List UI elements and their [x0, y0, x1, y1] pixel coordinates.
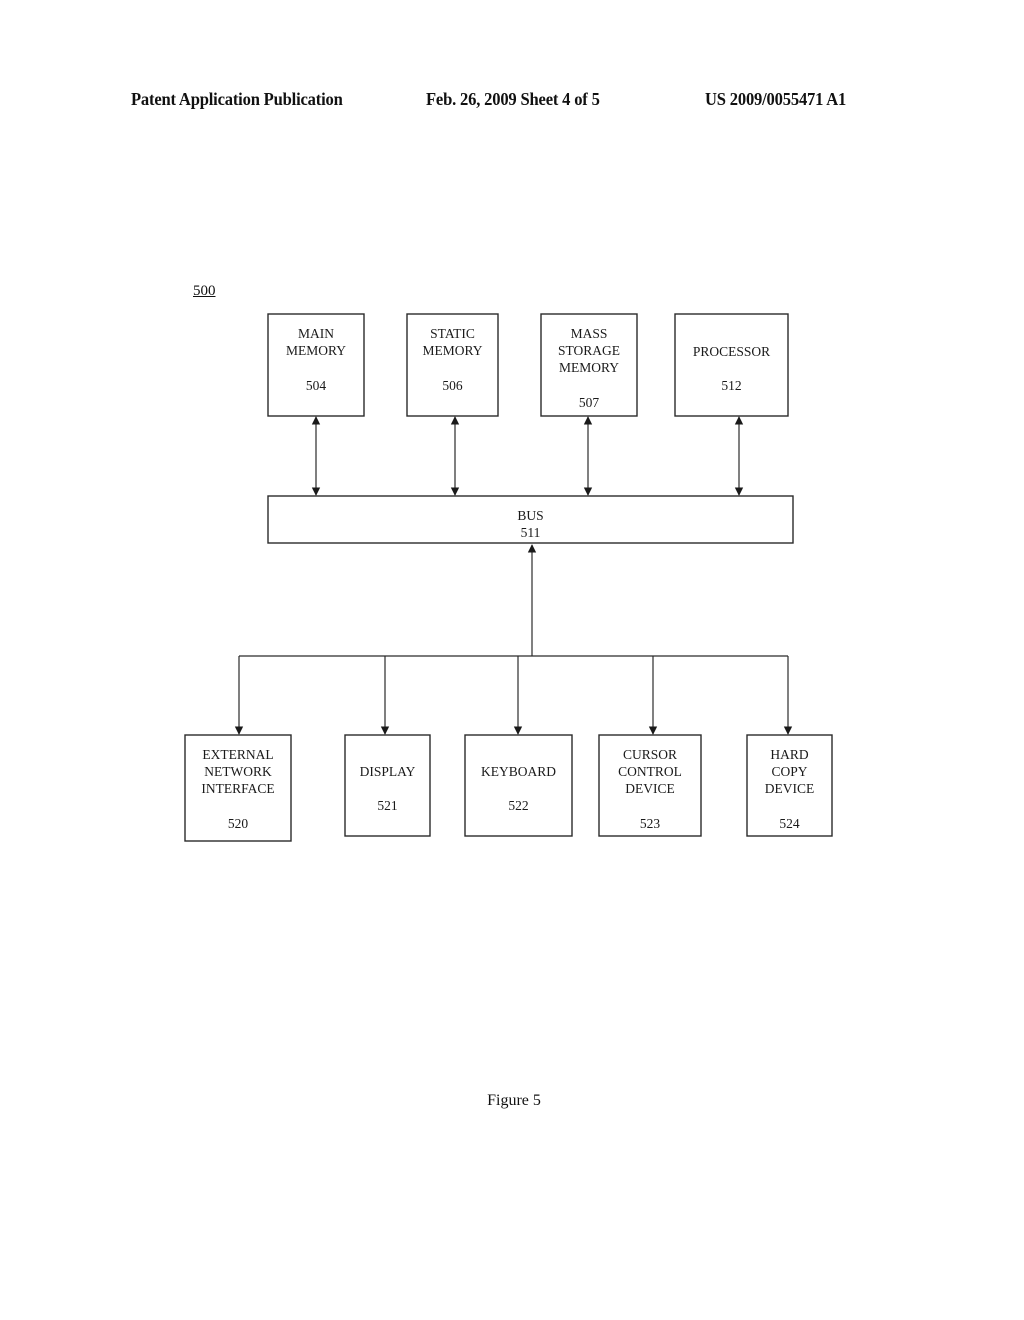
- cursor-control-device-block: CURSOR CONTROL DEVICE 523: [598, 734, 702, 837]
- cursor-control-device-block-label: CONTROL: [618, 764, 682, 779]
- static-memory-block-number: 506: [442, 378, 463, 393]
- block-diagram: MAINMEMORY504STATICMEMORY506MASSSTORAGEM…: [184, 313, 833, 842]
- main-memory-block-number: 504: [306, 378, 327, 393]
- figure-caption: Figure 5: [487, 1092, 541, 1109]
- keyboard-block-label: KEYBOARD: [481, 764, 556, 779]
- hard-copy-device-block-label: HARD: [770, 747, 809, 762]
- static-memory-block-label: MEMORY: [422, 343, 482, 358]
- mass-storage-memory-block: MASS STORAGE MEMORY 507: [540, 313, 638, 417]
- external-network-interface-block-label: INTERFACE: [201, 781, 274, 796]
- keyboard-block-number: 522: [508, 798, 528, 813]
- hard-copy-device-block-label: COPY: [771, 764, 807, 779]
- static-memory-block: STATIC MEMORY 506: [406, 313, 499, 417]
- display-block-label: DISPLAY: [360, 764, 416, 779]
- display-block-number: 521: [377, 798, 397, 813]
- cursor-control-device-block-label: DEVICE: [625, 781, 675, 796]
- main-memory-block-label: MEMORY: [286, 343, 346, 358]
- external-network-interface-block-label: EXTERNAL: [202, 747, 273, 762]
- external-network-interface-block: EXTERNAL NETWORK INTERFACE 520: [184, 734, 292, 842]
- mass-storage-memory-block-number: 507: [579, 395, 600, 410]
- hard-copy-device-block-label: DEVICE: [765, 781, 815, 796]
- display-block-frame: [344, 734, 431, 837]
- bus-block-number: 511: [521, 525, 541, 540]
- processor-block-number: 512: [721, 378, 741, 393]
- cursor-control-device-block-label: CURSOR: [623, 747, 677, 762]
- processor-block-frame: [674, 313, 789, 417]
- main-memory-block-label: MAIN: [298, 326, 334, 341]
- mass-storage-memory-block-label: MASS: [571, 326, 608, 341]
- cursor-control-device-block-number: 523: [640, 816, 661, 831]
- keyboard-block-frame: [464, 734, 573, 837]
- static-memory-block-label: STATIC: [430, 326, 475, 341]
- external-network-interface-block-label: NETWORK: [204, 764, 272, 779]
- bus-block: BUS 511: [267, 495, 794, 544]
- mass-storage-memory-block-label: MEMORY: [559, 360, 619, 375]
- processor-block-label: PROCESSOR: [693, 344, 770, 359]
- main-memory-block: MAIN MEMORY 504: [267, 313, 365, 417]
- processor-block: PROCESSOR 512: [674, 313, 789, 417]
- display-block: DISPLAY 521: [344, 734, 431, 837]
- keyboard-block: KEYBOARD 522: [464, 734, 573, 837]
- bus-block-label: BUS: [517, 508, 543, 523]
- external-network-interface-block-number: 520: [228, 816, 249, 831]
- hard-copy-device-block: HARD COPY DEVICE 524: [746, 734, 833, 837]
- mass-storage-memory-block-label: STORAGE: [558, 343, 620, 358]
- hard-copy-device-block-number: 524: [779, 816, 800, 831]
